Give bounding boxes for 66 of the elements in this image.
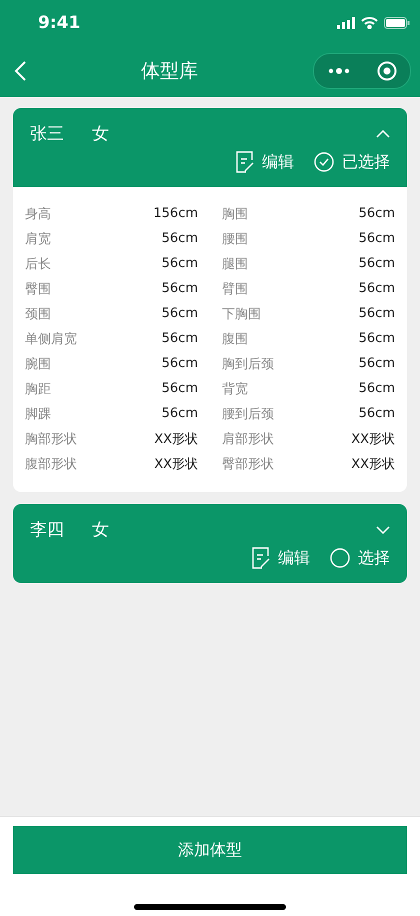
measure-label: 单侧肩宽 [25, 330, 77, 348]
measure-label: 腰围 [222, 230, 248, 248]
edit-icon [252, 547, 270, 569]
edit-icon [236, 151, 254, 173]
measure-label: 胸部形状 [25, 430, 77, 448]
measure-value: 56cm [162, 231, 198, 246]
measure-value: 56cm [358, 356, 395, 371]
measure-label: 肩部形状 [222, 430, 274, 448]
measure-label: 胸距 [25, 380, 51, 398]
measure-value: 56cm [358, 306, 395, 321]
measure-value: XX形状 [154, 430, 198, 448]
measure-value: XX形状 [351, 430, 395, 448]
profile-name: 张三 [30, 123, 64, 145]
measure-value: 56cm [162, 381, 198, 396]
measure-value: 56cm [358, 206, 395, 221]
profile-gender: 女 [92, 519, 109, 541]
measure-label: 背宽 [222, 380, 248, 398]
measure-value: 56cm [162, 281, 198, 296]
close-icon[interactable] [376, 61, 396, 81]
profile-gender: 女 [92, 123, 109, 145]
measure-value: 56cm [358, 281, 395, 296]
measure-value: 56cm [358, 231, 395, 246]
measure-label: 胸围 [222, 206, 248, 222]
measure-value: 56cm [162, 256, 198, 271]
measure-value: XX形状 [154, 456, 198, 472]
measure-value: 156cm [153, 206, 198, 221]
measure-value: 56cm [162, 356, 198, 371]
select-button[interactable]: 选择 [330, 547, 390, 569]
expand-icon[interactable] [376, 526, 390, 534]
edit-button[interactable]: 编辑 [236, 151, 294, 173]
measure-label: 臂围 [222, 280, 248, 298]
measure-value: 56cm [358, 406, 395, 421]
measure-value: 56cm [358, 381, 395, 396]
collapse-icon[interactable] [376, 130, 390, 138]
measure-label: 颈围 [25, 306, 51, 322]
battery-icon [384, 16, 410, 28]
measure-label: 身高 [25, 206, 51, 222]
measure-label: 腕围 [25, 356, 51, 372]
edit-button[interactable]: 编辑 [252, 547, 310, 569]
measure-label: 腹部形状 [25, 456, 77, 472]
measure-label: 腹围 [222, 330, 248, 348]
measure-label: 肩宽 [25, 230, 51, 248]
measure-value: 56cm [162, 331, 198, 346]
wifi-icon [361, 16, 378, 28]
measure-value: XX形状 [351, 456, 395, 472]
measure-label: 臀围 [25, 280, 51, 298]
measure-value: 56cm [162, 306, 198, 321]
measure-label: 后长 [25, 256, 51, 272]
measure-label: 胸到后颈 [222, 356, 274, 372]
measure-value: 56cm [162, 406, 198, 421]
measure-value: 56cm [358, 256, 395, 271]
measure-label: 腰到后颈 [222, 406, 274, 422]
measure-value: 56cm [358, 331, 395, 346]
capsule-menu[interactable] [313, 53, 411, 89]
add-button[interactable]: 添加体型 [13, 826, 407, 874]
back-icon[interactable] [14, 61, 26, 81]
measure-label: 下胸围 [222, 306, 261, 322]
measure-label: 臀部形状 [222, 456, 274, 472]
profile-name: 李四 [30, 519, 64, 541]
measure-label: 腿围 [222, 256, 248, 272]
select-button[interactable]: 已选择 [314, 151, 390, 173]
page-title: 体型库 [141, 59, 198, 84]
status-time: 9:41 [38, 12, 80, 32]
signal-icon [337, 16, 355, 28]
more-icon[interactable] [328, 67, 350, 75]
measure-label: 脚踝 [25, 406, 51, 422]
